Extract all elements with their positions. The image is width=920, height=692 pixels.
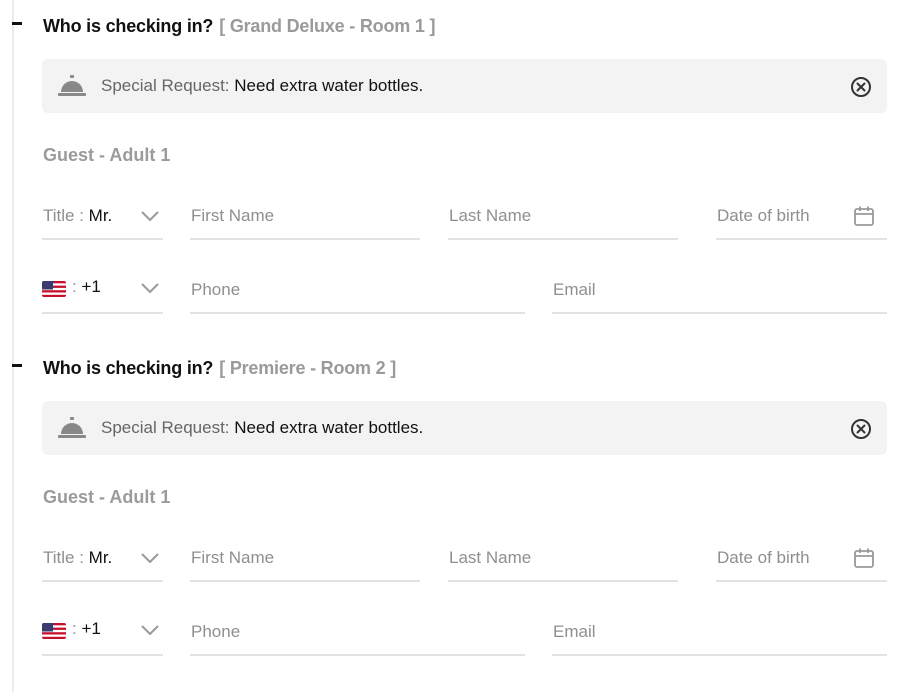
special-request-label: Special Request: <box>101 418 230 437</box>
country-code-text: : +1 <box>72 619 101 639</box>
special-request-label: Special Request: <box>101 76 230 95</box>
close-circle-icon[interactable] <box>850 76 872 98</box>
heading-text: Who is checking in? <box>43 358 214 378</box>
chevron-down-icon <box>141 625 159 636</box>
special-request-box: Special Request: Need extra water bottle… <box>42 401 887 455</box>
chevron-down-icon <box>141 211 159 222</box>
us-flag-icon <box>42 623 66 639</box>
email-placeholder: Email <box>553 280 596 299</box>
special-request-text: Special Request: Need extra water bottle… <box>101 418 423 438</box>
section-heading: Who is checking in?[ Premiere - Room 2 ] <box>43 358 396 382</box>
calendar-icon[interactable] <box>853 205 875 227</box>
service-bell-icon <box>58 417 86 438</box>
phone-placeholder: Phone <box>191 622 241 641</box>
chevron-down-icon <box>141 553 159 564</box>
chevron-down-icon <box>141 283 159 294</box>
phone-field[interactable]: Phone <box>190 268 525 314</box>
country-code-select[interactable]: : +1 <box>42 268 163 314</box>
country-code-separator: : <box>72 619 77 638</box>
email-field[interactable]: Email <box>552 268 887 314</box>
calendar-icon[interactable] <box>853 547 875 569</box>
phone-field[interactable]: Phone <box>190 610 525 656</box>
checkin-section-room-1: Who is checking in?[ Grand Deluxe - Room… <box>0 0 920 340</box>
section-heading: Who is checking in?[ Grand Deluxe - Room… <box>43 16 435 40</box>
guest-label: Guest - Adult 1 <box>43 487 171 507</box>
title-label: Title : <box>43 548 84 567</box>
title-select[interactable]: Title : Mr. <box>42 194 163 240</box>
title-label: Title : <box>43 206 84 225</box>
first-name-field[interactable]: First Name <box>190 194 420 240</box>
special-request-box: Special Request: Need extra water bottle… <box>42 59 887 113</box>
heading-text: Who is checking in? <box>43 16 214 36</box>
room-name: [ Grand Deluxe - Room 1 ] <box>219 16 436 36</box>
phone-placeholder: Phone <box>191 280 241 299</box>
country-code-value: +1 <box>81 277 101 296</box>
title-value: Mr. <box>88 548 113 567</box>
title-select[interactable]: Title : Mr. <box>42 536 163 582</box>
first-name-placeholder: First Name <box>191 548 275 567</box>
guest-label: Guest - Adult 1 <box>43 145 171 165</box>
last-name-field[interactable]: Last Name <box>448 536 678 582</box>
dob-placeholder: Date of birth <box>717 548 810 567</box>
room-name: [ Premiere - Room 2 ] <box>219 358 397 378</box>
special-request-text: Special Request: Need extra water bottle… <box>101 76 423 96</box>
country-code-text: : +1 <box>72 277 101 297</box>
special-request-value: Need extra water bottles. <box>234 418 424 437</box>
collapse-toggle[interactable] <box>12 22 22 25</box>
special-request-value: Need extra water bottles. <box>234 76 424 95</box>
country-code-value: +1 <box>81 619 101 638</box>
last-name-placeholder: Last Name <box>449 548 532 567</box>
dob-placeholder: Date of birth <box>717 206 810 225</box>
first-name-placeholder: First Name <box>191 206 275 225</box>
checkin-section-room-2: Who is checking in?[ Premiere - Room 2 ]… <box>0 342 920 682</box>
close-circle-icon[interactable] <box>850 418 872 440</box>
title-select-text: Title : Mr. <box>43 548 112 568</box>
date-of-birth-field[interactable]: Date of birth <box>716 536 887 582</box>
service-bell-icon <box>58 75 86 96</box>
title-select-text: Title : Mr. <box>43 206 112 226</box>
last-name-field[interactable]: Last Name <box>448 194 678 240</box>
date-of-birth-field[interactable]: Date of birth <box>716 194 887 240</box>
title-value: Mr. <box>88 206 113 225</box>
collapse-toggle[interactable] <box>12 364 22 367</box>
email-field[interactable]: Email <box>552 610 887 656</box>
email-placeholder: Email <box>553 622 596 641</box>
country-code-separator: : <box>72 277 77 296</box>
us-flag-icon <box>42 281 66 297</box>
country-code-select[interactable]: : +1 <box>42 610 163 656</box>
last-name-placeholder: Last Name <box>449 206 532 225</box>
first-name-field[interactable]: First Name <box>190 536 420 582</box>
